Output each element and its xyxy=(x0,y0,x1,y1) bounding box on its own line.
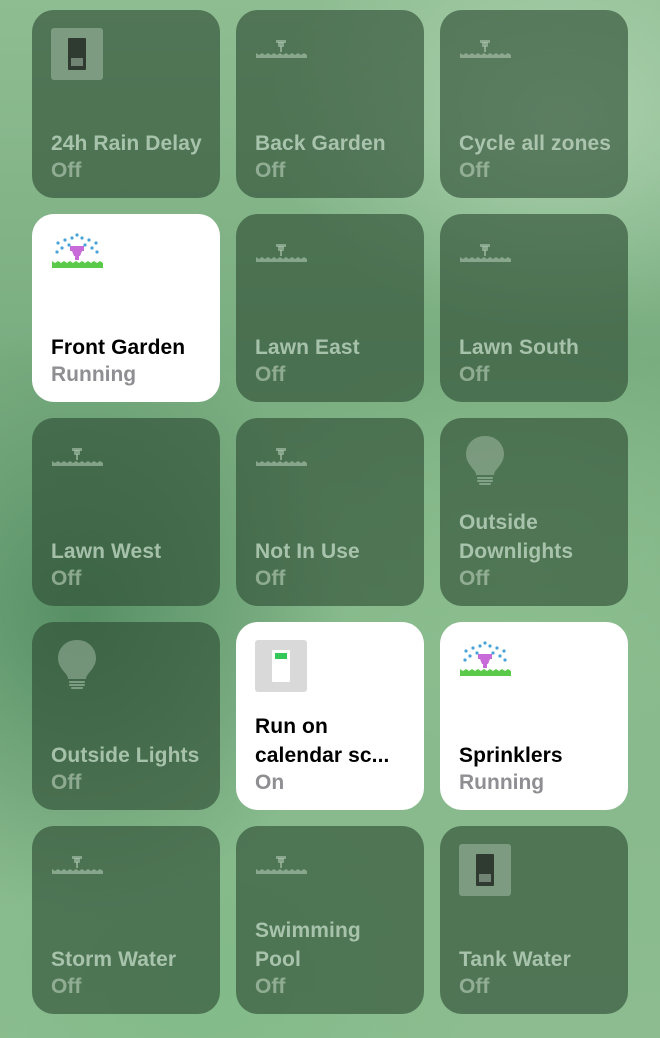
sprinkler-icon xyxy=(255,844,307,896)
accessory-name: Outside Downlights xyxy=(459,511,574,563)
accessory-status: Off xyxy=(255,159,286,182)
accessory-status: Off xyxy=(255,975,286,998)
tile-text: Cycle all zones Off xyxy=(459,129,614,184)
tile-text: Sprinklers Running xyxy=(459,741,614,796)
sprinkler-icon xyxy=(459,232,511,284)
accessory-name: Front Garden xyxy=(51,336,186,359)
accessory-name: Sprinklers xyxy=(459,744,563,767)
sprinkler-icon xyxy=(51,844,103,896)
switch-icon xyxy=(51,28,103,80)
accessory-name: Storm Water xyxy=(51,948,177,971)
tile-text: 24h Rain Delay Off xyxy=(51,129,206,184)
accessory-name: Lawn East xyxy=(255,336,360,359)
accessory-status: Off xyxy=(255,567,286,590)
tile-outside-downlights[interactable]: Outside Downlights Off xyxy=(440,418,628,606)
tile-sprinklers[interactable]: Sprinklers Running xyxy=(440,622,628,810)
tile-text: Lawn West Off xyxy=(51,537,206,592)
accessory-name: Back Garden xyxy=(255,132,386,155)
lightbulb-icon xyxy=(459,432,511,490)
tile-text: Outside Lights Off xyxy=(51,741,206,796)
accessory-status: Off xyxy=(459,975,490,998)
sprinkler-running-icon xyxy=(51,232,103,284)
accessory-name: Tank Water xyxy=(459,948,571,971)
accessory-name: Lawn West xyxy=(51,540,162,563)
accessory-status: Off xyxy=(51,771,82,794)
accessory-status: Off xyxy=(51,567,82,590)
tile-back-garden[interactable]: Back Garden Off xyxy=(236,10,424,198)
tile-24h-rain-delay[interactable]: 24h Rain Delay Off xyxy=(32,10,220,198)
tile-text: Outside Downlights Off xyxy=(459,508,614,592)
accessory-status: Running xyxy=(459,771,545,794)
accessory-status: On xyxy=(255,771,285,794)
sprinkler-icon xyxy=(51,436,103,488)
tile-lawn-west[interactable]: Lawn West Off xyxy=(32,418,220,606)
tile-text: Lawn South Off xyxy=(459,333,614,388)
tile-front-garden[interactable]: Front Garden Running xyxy=(32,214,220,402)
accessory-name: 24h Rain Delay xyxy=(51,132,202,155)
accessory-status: Off xyxy=(51,975,82,998)
tile-text: Swimming Pool Off xyxy=(255,916,410,1000)
accessory-status: Off xyxy=(255,363,286,386)
tile-text: Tank Water Off xyxy=(459,945,614,1000)
accessory-name: Not In Use xyxy=(255,540,360,563)
sprinkler-running-icon xyxy=(459,640,511,692)
sprinkler-icon xyxy=(255,232,307,284)
tile-cycle-all-zones[interactable]: Cycle all zones Off xyxy=(440,10,628,198)
sprinkler-icon xyxy=(255,436,307,488)
accessory-grid: 24h Rain Delay Off Back Garden Off Cycle… xyxy=(32,10,628,1014)
tile-text: Lawn East Off xyxy=(255,333,410,388)
tile-outside-lights[interactable]: Outside Lights Off xyxy=(32,622,220,810)
sprinkler-icon xyxy=(459,28,511,80)
accessory-status: Off xyxy=(459,363,490,386)
accessory-status: Off xyxy=(51,159,82,182)
accessory-name: Lawn South xyxy=(459,336,579,359)
tile-run-on-calendar-schedule[interactable]: Run on calendar sc... On xyxy=(236,622,424,810)
tile-storm-water[interactable]: Storm Water Off xyxy=(32,826,220,1014)
accessory-name: Swimming Pool xyxy=(255,919,361,971)
tile-tank-water[interactable]: Tank Water Off xyxy=(440,826,628,1014)
tile-text: Storm Water Off xyxy=(51,945,206,1000)
accessory-name: Cycle all zones xyxy=(459,132,612,155)
switch-icon xyxy=(459,844,511,896)
accessory-status: Off xyxy=(459,159,490,182)
accessory-name: Run on calendar sc... xyxy=(255,715,390,767)
tile-not-in-use[interactable]: Not In Use Off xyxy=(236,418,424,606)
tile-text: Not In Use Off xyxy=(255,537,410,592)
tile-text: Front Garden Running xyxy=(51,333,206,388)
tile-lawn-east[interactable]: Lawn East Off xyxy=(236,214,424,402)
accessory-status: Running xyxy=(51,363,137,386)
tile-swimming-pool[interactable]: Swimming Pool Off xyxy=(236,826,424,1014)
lightbulb-icon xyxy=(51,636,103,694)
tile-lawn-south[interactable]: Lawn South Off xyxy=(440,214,628,402)
tile-text: Back Garden Off xyxy=(255,129,410,184)
tile-text: Run on calendar sc... On xyxy=(255,712,410,796)
sprinkler-icon xyxy=(255,28,307,80)
switch-on-icon xyxy=(255,640,307,692)
accessory-status: Off xyxy=(459,567,490,590)
accessory-name: Outside Lights xyxy=(51,744,200,767)
